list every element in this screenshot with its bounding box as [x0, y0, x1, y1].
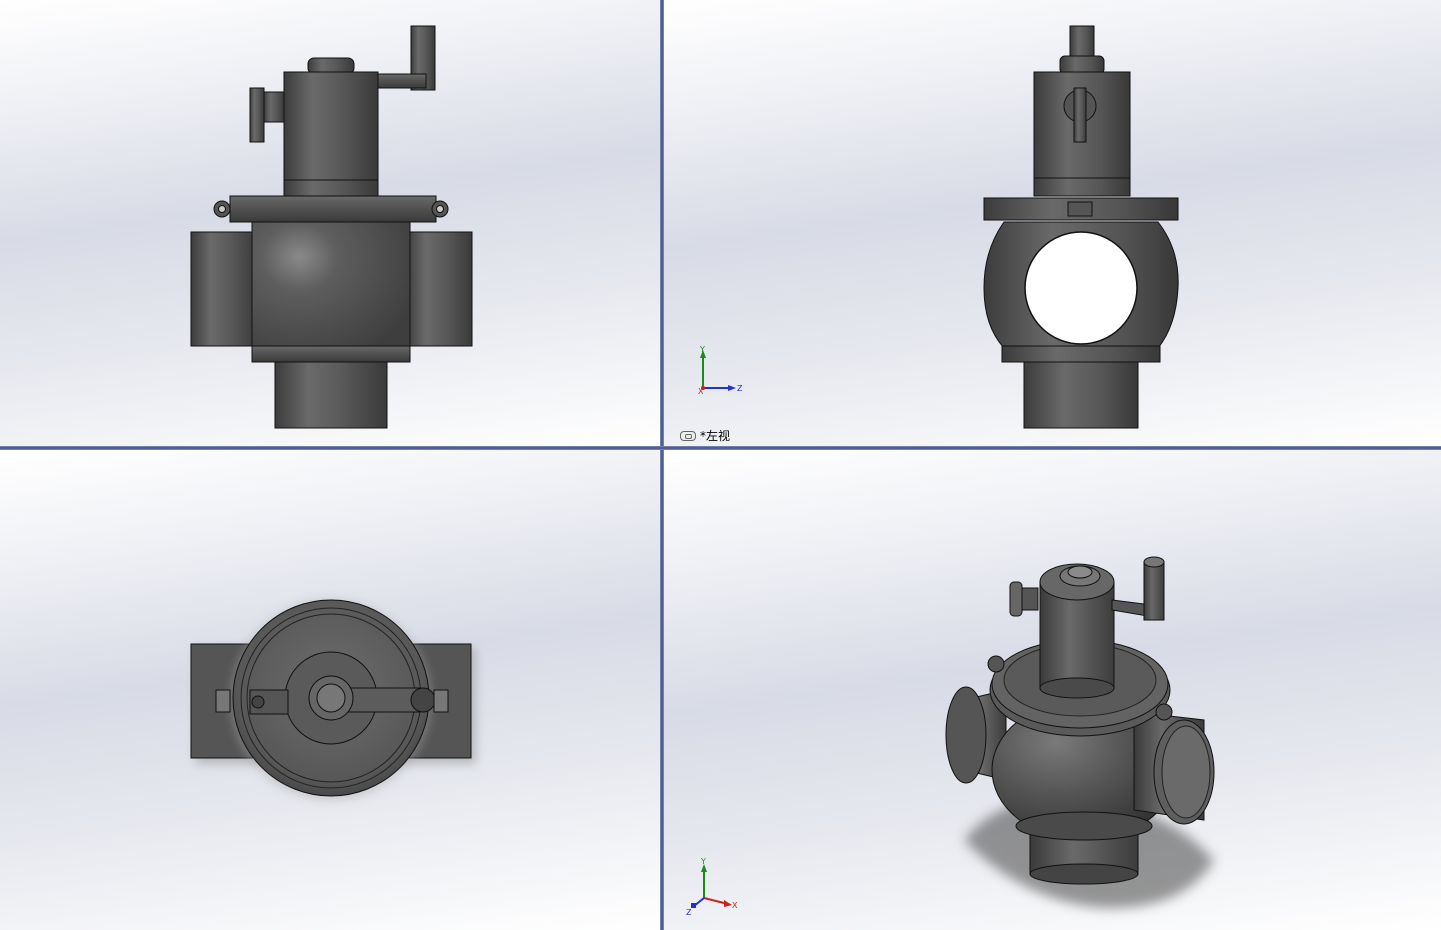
- triad-axis-up: Y: [700, 857, 706, 866]
- triad-axis-right: X: [732, 901, 738, 910]
- viewport-splitter-horizontal[interactable]: [0, 446, 1441, 450]
- triad-axis-origin: X: [698, 387, 704, 396]
- view-name: *左视: [700, 429, 731, 443]
- view-label: *左视: [680, 427, 730, 444]
- viewport-left[interactable]: Y Z X *左视: [664, 0, 1441, 446]
- valve-left-view[interactable]: [664, 0, 1441, 446]
- coordinate-triad-iso: Y X Z: [686, 857, 738, 916]
- viewport-front[interactable]: [0, 0, 660, 446]
- triad-axis-right: Z: [737, 384, 743, 393]
- triad-axis-up: Y: [699, 345, 705, 354]
- coordinate-triad: Y Z X: [698, 345, 743, 396]
- link-icon[interactable]: [680, 430, 696, 441]
- triad-axis-origin: Z: [686, 908, 692, 916]
- valve-top-view[interactable]: [0, 450, 660, 930]
- viewport-isometric[interactable]: Y X Z: [664, 450, 1441, 930]
- valve-front-view[interactable]: [0, 0, 660, 446]
- valve-isometric-view[interactable]: [664, 450, 1441, 930]
- viewport-top[interactable]: [0, 450, 660, 930]
- viewport-splitter-vertical[interactable]: [660, 0, 664, 930]
